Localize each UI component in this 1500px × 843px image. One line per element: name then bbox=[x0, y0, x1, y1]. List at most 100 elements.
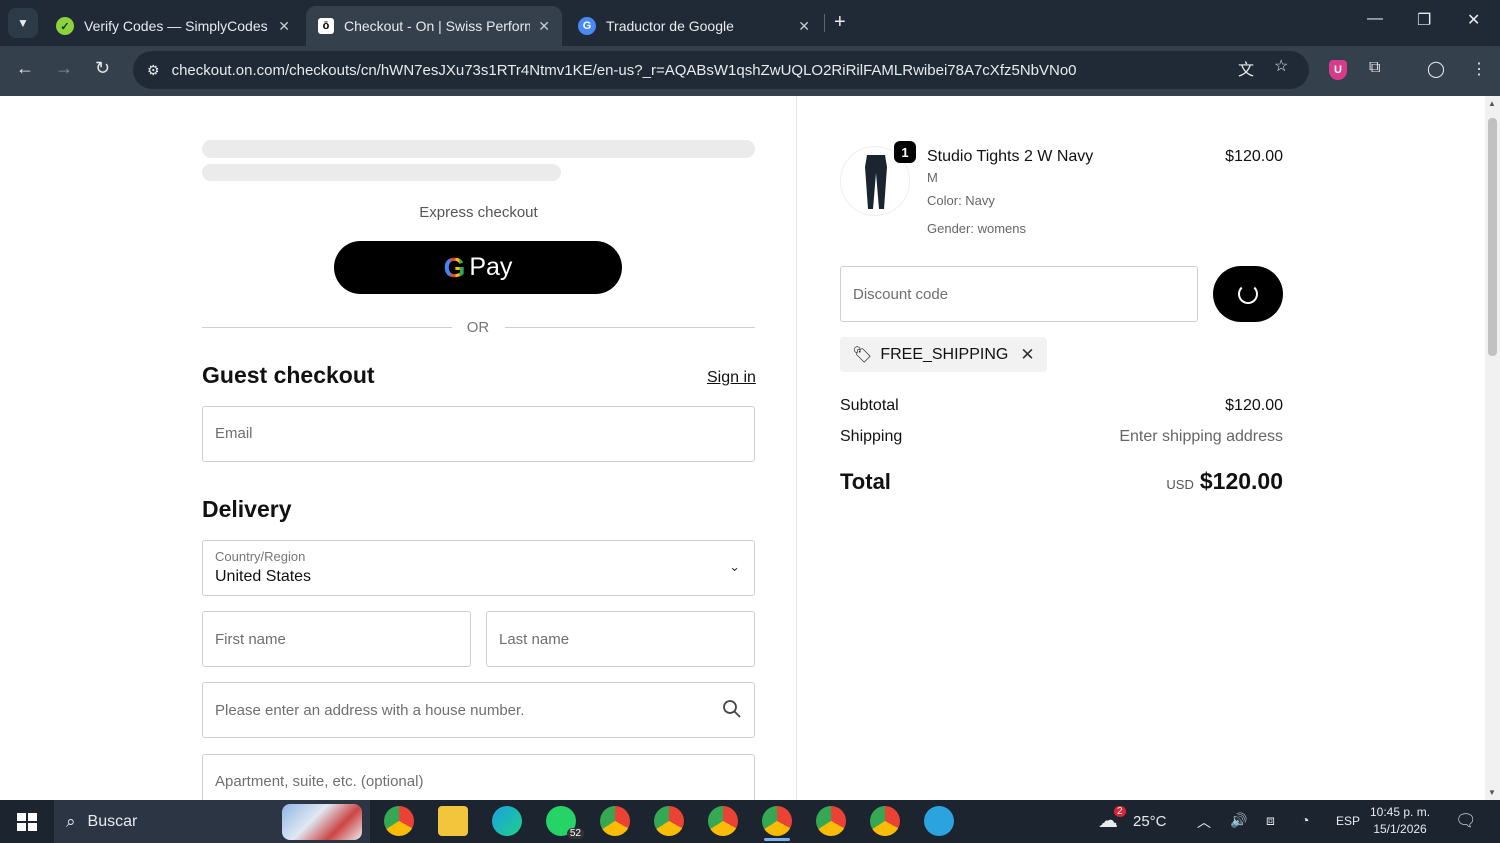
google-translate-favicon-icon: G bbox=[578, 17, 596, 35]
product-size: M bbox=[927, 170, 938, 185]
scroll-up-arrow-icon[interactable]: ▲ bbox=[1488, 99, 1496, 108]
chrome-profile-p-icon[interactable] bbox=[708, 806, 738, 836]
address-bar[interactable]: ⚙ checkout.on.com/checkouts/cn/hWN7esJXu… bbox=[133, 51, 1309, 89]
last-name-field[interactable]: Last name bbox=[486, 611, 755, 667]
search-highlight-art-icon bbox=[282, 804, 362, 840]
close-tab-icon[interactable]: ✕ bbox=[798, 18, 810, 35]
ublock-extension-icon[interactable]: U bbox=[1329, 60, 1347, 80]
first-name-placeholder: First name bbox=[215, 631, 286, 648]
search-icon: ⌕ bbox=[66, 811, 76, 831]
country-value: United States bbox=[215, 568, 312, 585]
close-window-icon[interactable]: ✕ bbox=[1467, 10, 1480, 30]
extensions-puzzle-icon[interactable]: ⧉ bbox=[1369, 59, 1380, 77]
or-divider-label: OR bbox=[466, 319, 490, 336]
sign-in-link[interactable]: Sign in bbox=[707, 369, 756, 387]
minimize-icon[interactable]: — bbox=[1367, 10, 1383, 28]
menu-kebab-icon[interactable]: ⋮ bbox=[1471, 59, 1487, 79]
telegram-app-icon[interactable] bbox=[924, 806, 954, 836]
taskbar-search-box[interactable]: ⌕ Buscar bbox=[54, 800, 370, 843]
column-divider bbox=[796, 96, 797, 800]
divider-line bbox=[505, 327, 755, 328]
scroll-down-arrow-icon[interactable]: ▼ bbox=[1488, 788, 1496, 797]
bookmark-star-icon[interactable]: ☆ bbox=[1274, 56, 1288, 76]
subtotal-label: Subtotal bbox=[840, 397, 899, 414]
remove-discount-close-icon[interactable]: ✕ bbox=[1020, 345, 1034, 365]
tab-checkout[interactable]: ō Checkout - On | Swiss Performa ✕ bbox=[306, 6, 562, 46]
profile-icon[interactable]: ◯ bbox=[1427, 59, 1445, 79]
temperature-label[interactable]: 25°C bbox=[1133, 813, 1167, 830]
forward-arrow-icon[interactable]: → bbox=[55, 58, 73, 79]
chrome-app-icon[interactable] bbox=[384, 806, 414, 836]
express-checkout-label: Express checkout bbox=[419, 204, 538, 221]
reload-icon[interactable]: ↻ bbox=[95, 58, 110, 79]
apply-discount-button[interactable] bbox=[1213, 266, 1283, 322]
translate-icon[interactable]: 文 bbox=[1238, 56, 1254, 80]
gpay-label: Pay bbox=[469, 253, 513, 281]
back-arrow-icon[interactable]: ← bbox=[16, 58, 34, 79]
chevron-down-icon: ▼ bbox=[17, 16, 29, 30]
browser-tab-bar: ▼ ✓ Verify Codes — SimplyCodes ✕ ō Check… bbox=[0, 0, 1500, 46]
chrome-active-profile-icon[interactable] bbox=[762, 806, 792, 841]
tab-google-translate[interactable]: G Traductor de Google ✕ bbox=[566, 6, 822, 46]
subtotal-value: $120.00 bbox=[1225, 397, 1283, 414]
email-field[interactable]: Email bbox=[202, 406, 755, 462]
discount-placeholder: Discount code bbox=[853, 286, 949, 303]
chrome-profile-s-icon[interactable] bbox=[816, 806, 846, 836]
last-name-placeholder: Last name bbox=[499, 631, 570, 648]
chrome-profile-c-icon[interactable] bbox=[600, 806, 630, 836]
tab-title: Traductor de Google bbox=[606, 18, 734, 34]
close-tab-icon[interactable]: ✕ bbox=[278, 18, 290, 35]
windows-taskbar: ⌕ Buscar 52 ☁ 2 25°C ︿ 🔊 ⧈ ◔ ESP 10:45 p… bbox=[0, 800, 1500, 843]
country-select[interactable]: Country/Region United States ⌄ bbox=[202, 540, 755, 596]
email-placeholder: Email bbox=[215, 425, 253, 442]
applied-discount-chip: 🏷 FREE_SHIPPING ✕ bbox=[840, 337, 1047, 372]
new-tab-plus-icon[interactable]: + bbox=[834, 11, 846, 34]
volume-icon[interactable]: 🔊 bbox=[1230, 812, 1247, 829]
address-field[interactable]: Please enter an address with a house num… bbox=[202, 682, 755, 738]
search-icon[interactable] bbox=[722, 699, 742, 719]
notifications-icon[interactable]: 🗨 bbox=[1455, 811, 1477, 831]
product-color: Color: Navy bbox=[927, 193, 995, 208]
file-explorer-icon[interactable] bbox=[438, 806, 468, 836]
edge-app-icon[interactable] bbox=[492, 806, 522, 836]
chrome-profile-g-icon[interactable] bbox=[654, 806, 684, 836]
tab-search-button[interactable]: ▼ bbox=[8, 8, 38, 38]
apartment-field[interactable]: Apartment, suite, etc. (optional) bbox=[202, 754, 755, 800]
clock[interactable]: 10:45 p. m. 15/1/2026 bbox=[1370, 804, 1430, 838]
browser-toolbar: ← → ↻ ⚙ checkout.on.com/checkouts/cn/hWN… bbox=[0, 46, 1500, 96]
whatsapp-app-icon[interactable]: 52 bbox=[546, 806, 584, 839]
chrome-profile-red-icon[interactable] bbox=[870, 806, 900, 836]
windows-start-icon[interactable] bbox=[17, 813, 37, 831]
chevron-down-icon: ⌄ bbox=[729, 559, 740, 574]
product-name: Studio Tights 2 W Navy bbox=[927, 148, 1094, 165]
country-label: Country/Region bbox=[215, 549, 306, 564]
site-settings-icon[interactable]: ⚙ bbox=[147, 62, 160, 79]
applied-code-label: FREE_SHIPPING bbox=[880, 345, 1009, 363]
taskbar-search-label: Buscar bbox=[87, 812, 138, 830]
google-g-logo-icon: G bbox=[443, 251, 466, 283]
restore-icon[interactable]: ❐ bbox=[1417, 10, 1431, 30]
loading-spinner-icon bbox=[1238, 284, 1258, 304]
weather-badge: 2 bbox=[1114, 806, 1126, 817]
discount-code-field[interactable]: Discount code bbox=[840, 266, 1198, 322]
shipping-value: Enter shipping address bbox=[1119, 428, 1283, 445]
url-text[interactable]: checkout.on.com/checkouts/cn/hWN7esJXu73… bbox=[172, 62, 1077, 79]
meet-now-icon[interactable]: ⧈ bbox=[1266, 812, 1275, 829]
close-tab-icon[interactable]: ✕ bbox=[538, 18, 550, 35]
scrollbar-thumb[interactable] bbox=[1488, 118, 1497, 356]
tab-simplycodes[interactable]: ✓ Verify Codes — SimplyCodes ✕ bbox=[44, 6, 302, 46]
first-name-field[interactable]: First name bbox=[202, 611, 471, 667]
product-price: $120.00 bbox=[1225, 148, 1283, 165]
page-scrollbar[interactable]: ▲ ▼ bbox=[1485, 96, 1500, 800]
language-indicator[interactable]: ESP bbox=[1336, 814, 1360, 828]
show-hidden-icons-chevron-icon[interactable]: ︿ bbox=[1197, 812, 1211, 832]
clock-time: 10:45 p. m. bbox=[1370, 805, 1431, 819]
clock-date: 15/1/2026 bbox=[1373, 822, 1427, 836]
address-placeholder: Please enter an address with a house num… bbox=[215, 702, 525, 719]
guest-checkout-heading: Guest checkout bbox=[202, 362, 375, 388]
google-pay-button[interactable]: G Pay bbox=[334, 241, 622, 294]
total-amount: USD $120.00 bbox=[1166, 468, 1283, 495]
wifi-icon[interactable]: ◔ bbox=[1301, 812, 1309, 828]
shipping-label: Shipping bbox=[840, 428, 903, 445]
quantity-badge: 1 bbox=[894, 141, 916, 163]
